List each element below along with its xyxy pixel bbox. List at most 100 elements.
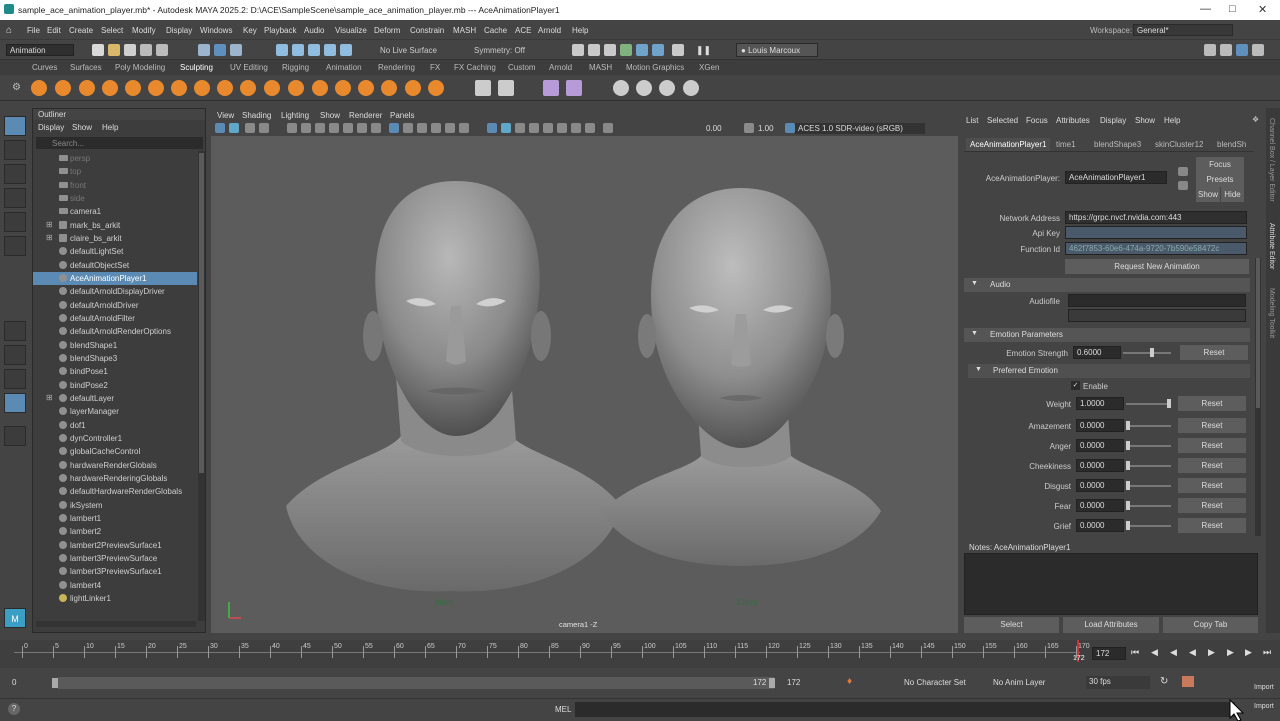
shelf-tab-xgen[interactable]: XGen — [699, 63, 719, 72]
flatten-tool-icon[interactable] — [148, 80, 164, 96]
snap-live-icon[interactable] — [340, 44, 352, 56]
gamma-value[interactable]: 1.00 — [758, 124, 774, 133]
pose-editor-icon[interactable] — [566, 80, 582, 96]
list-item[interactable]: ⊞ mark_bs_arkit — [33, 219, 197, 232]
new-scene-icon[interactable] — [92, 44, 104, 56]
lasso-tool-icon[interactable] — [4, 140, 26, 160]
menu-file[interactable]: File — [27, 26, 40, 35]
list-item[interactable]: camera1 — [33, 205, 197, 218]
emotion-value-field[interactable]: 0.0000 — [1076, 499, 1124, 512]
shelf-tab-animation[interactable]: Animation — [326, 63, 362, 72]
colorspace-select[interactable]: ACES 1.0 SDR-video (sRGB) — [795, 123, 925, 134]
soft-mod-icon[interactable] — [636, 80, 652, 96]
outliner-menu-show[interactable]: Show — [72, 123, 92, 132]
sculpt-grid-icon[interactable] — [498, 80, 514, 96]
step-back-frame-icon[interactable]: ◀ — [1170, 647, 1177, 658]
imprint-tool-icon[interactable] — [240, 80, 256, 96]
menu-mash[interactable]: MASH — [453, 26, 476, 35]
emotion-slider-thumb[interactable] — [1126, 461, 1130, 470]
shelf-tab-poly-modeling[interactable]: Poly Modeling — [115, 63, 165, 72]
side-tab-attribute-editor[interactable]: Attribute Editor — [1268, 223, 1275, 269]
anti-aliasing-icon[interactable] — [543, 123, 553, 133]
wax-tool-icon[interactable] — [264, 80, 280, 96]
list-item-selected[interactable]: AceAnimationPlayer1 — [33, 272, 197, 285]
list-item[interactable]: defaultArnoldFilter — [33, 312, 197, 325]
list-item[interactable]: ⊞ claire_bs_arkit — [33, 232, 197, 245]
emotion-slider[interactable] — [1126, 505, 1171, 507]
playback-end-field[interactable]: 172 — [753, 678, 766, 687]
viewport-menu-shading[interactable]: Shading — [242, 111, 271, 120]
snap-view-plane-icon[interactable] — [324, 44, 336, 56]
smooth-shade-icon[interactable] — [403, 123, 413, 133]
viewport-menu-view[interactable]: View — [217, 111, 234, 120]
command-input[interactable] — [575, 702, 1235, 717]
outliner-menu-display[interactable]: Display — [38, 123, 64, 132]
shelf-tab-fx-caching[interactable]: FX Caching — [454, 63, 496, 72]
attr-menu-display[interactable]: Display — [1100, 116, 1126, 125]
open-scene-icon[interactable] — [108, 44, 120, 56]
menu-constrain[interactable]: Constrain — [410, 26, 444, 35]
menu-cache[interactable]: Cache — [484, 26, 507, 35]
outliner-scroll-thumb[interactable] — [199, 153, 204, 473]
character-set-select[interactable]: No Character Set — [904, 678, 966, 687]
render-frame-icon[interactable] — [572, 44, 584, 56]
tool-settings-icon[interactable] — [1252, 44, 1264, 56]
go-to-end-icon[interactable]: ⏭ — [1263, 647, 1271, 658]
select-input-icon[interactable] — [1178, 167, 1188, 176]
viewport-canvas[interactable]: Mark Claire camera1 -Z — [211, 136, 958, 633]
emotion-strength-slider[interactable] — [1123, 352, 1171, 354]
side-tab-modeling-toolkit[interactable]: Modeling Toolkit — [1268, 288, 1275, 338]
go-to-start-icon[interactable]: ⏮ — [1131, 647, 1139, 658]
tab-blendshape3[interactable]: blendShape3 — [1094, 140, 1141, 149]
request-new-animation-button[interactable]: Request New Animation — [1065, 259, 1249, 274]
emotion-slider-thumb[interactable] — [1126, 421, 1130, 430]
attr-menu-help[interactable]: Help — [1164, 116, 1180, 125]
menu-key[interactable]: Key — [243, 26, 257, 35]
textured-icon[interactable] — [431, 123, 441, 133]
symmetry-label[interactable]: Symmetry: Off — [474, 46, 525, 55]
attribute-editor-icon[interactable] — [1236, 44, 1248, 56]
tab-time1[interactable]: time1 — [1056, 140, 1076, 149]
search-icon[interactable] — [4, 426, 26, 446]
smear-tool-icon[interactable] — [358, 80, 374, 96]
rotate-tool-icon[interactable] — [4, 212, 26, 232]
viewport-panel[interactable]: View Shading Lighting Show Renderer Pane… — [211, 108, 958, 633]
list-item[interactable]: defaultArnoldRenderOptions — [33, 325, 197, 338]
weight-slider-thumb[interactable] — [1167, 399, 1171, 408]
audio-section-header[interactable]: ▼ Audio — [964, 278, 1250, 292]
tab-blendshape[interactable]: blendSh — [1217, 140, 1254, 149]
menu-windows[interactable]: Windows — [200, 26, 232, 35]
select-by-component-icon[interactable] — [230, 44, 242, 56]
viewport-menu-show[interactable]: Show — [320, 111, 340, 120]
enable-checkbox[interactable]: ✓ — [1071, 381, 1080, 390]
pause-icon[interactable]: ❚❚ — [696, 45, 711, 56]
weight-field[interactable]: 1.0000 — [1076, 397, 1124, 410]
emotion-strength-field[interactable]: 0.6000 — [1073, 346, 1121, 359]
select-output-icon[interactable] — [1178, 181, 1188, 190]
safe-action-icon[interactable] — [357, 123, 367, 133]
expand-icon[interactable]: ⊞ — [46, 393, 53, 402]
list-item[interactable]: lambert2PreviewSurface1 — [33, 539, 197, 552]
list-item[interactable]: top — [33, 165, 197, 178]
tab-aceanimationplayer1[interactable]: AceAnimationPlayer1 — [966, 138, 1051, 151]
menu-select[interactable]: Select — [101, 26, 123, 35]
use-all-lights-icon[interactable] — [445, 123, 455, 133]
preferred-emotion-header[interactable]: ▼ Preferred Emotion — [968, 364, 1250, 378]
exposure-icon[interactable] — [603, 123, 613, 133]
mode-select[interactable]: Animation — [6, 44, 74, 56]
attr-scroll-thumb[interactable] — [1256, 258, 1260, 408]
weight-reset-button[interactable]: Reset — [1178, 396, 1246, 411]
menu-playback[interactable]: Playback — [264, 26, 296, 35]
modeling-toolkit-icon[interactable] — [1204, 44, 1216, 56]
emotion-slider-thumb[interactable] — [1126, 481, 1130, 490]
menu-modify[interactable]: Modify — [132, 26, 156, 35]
shelf-tab-rigging[interactable]: Rigging — [282, 63, 309, 72]
shelf-tab-motion-graphics[interactable]: Motion Graphics — [626, 63, 684, 72]
shelf-tab-surfaces[interactable]: Surfaces — [70, 63, 102, 72]
user-account-button[interactable]: ● Louis Marcoux — [736, 43, 818, 57]
menu-arnold[interactable]: Arnold — [538, 26, 561, 35]
close-icon[interactable]: ✕ — [1258, 3, 1267, 16]
smooth-tool-icon[interactable] — [55, 80, 71, 96]
list-item[interactable]: blendShape3 — [33, 352, 197, 365]
emotion-slider-thumb[interactable] — [1126, 441, 1130, 450]
